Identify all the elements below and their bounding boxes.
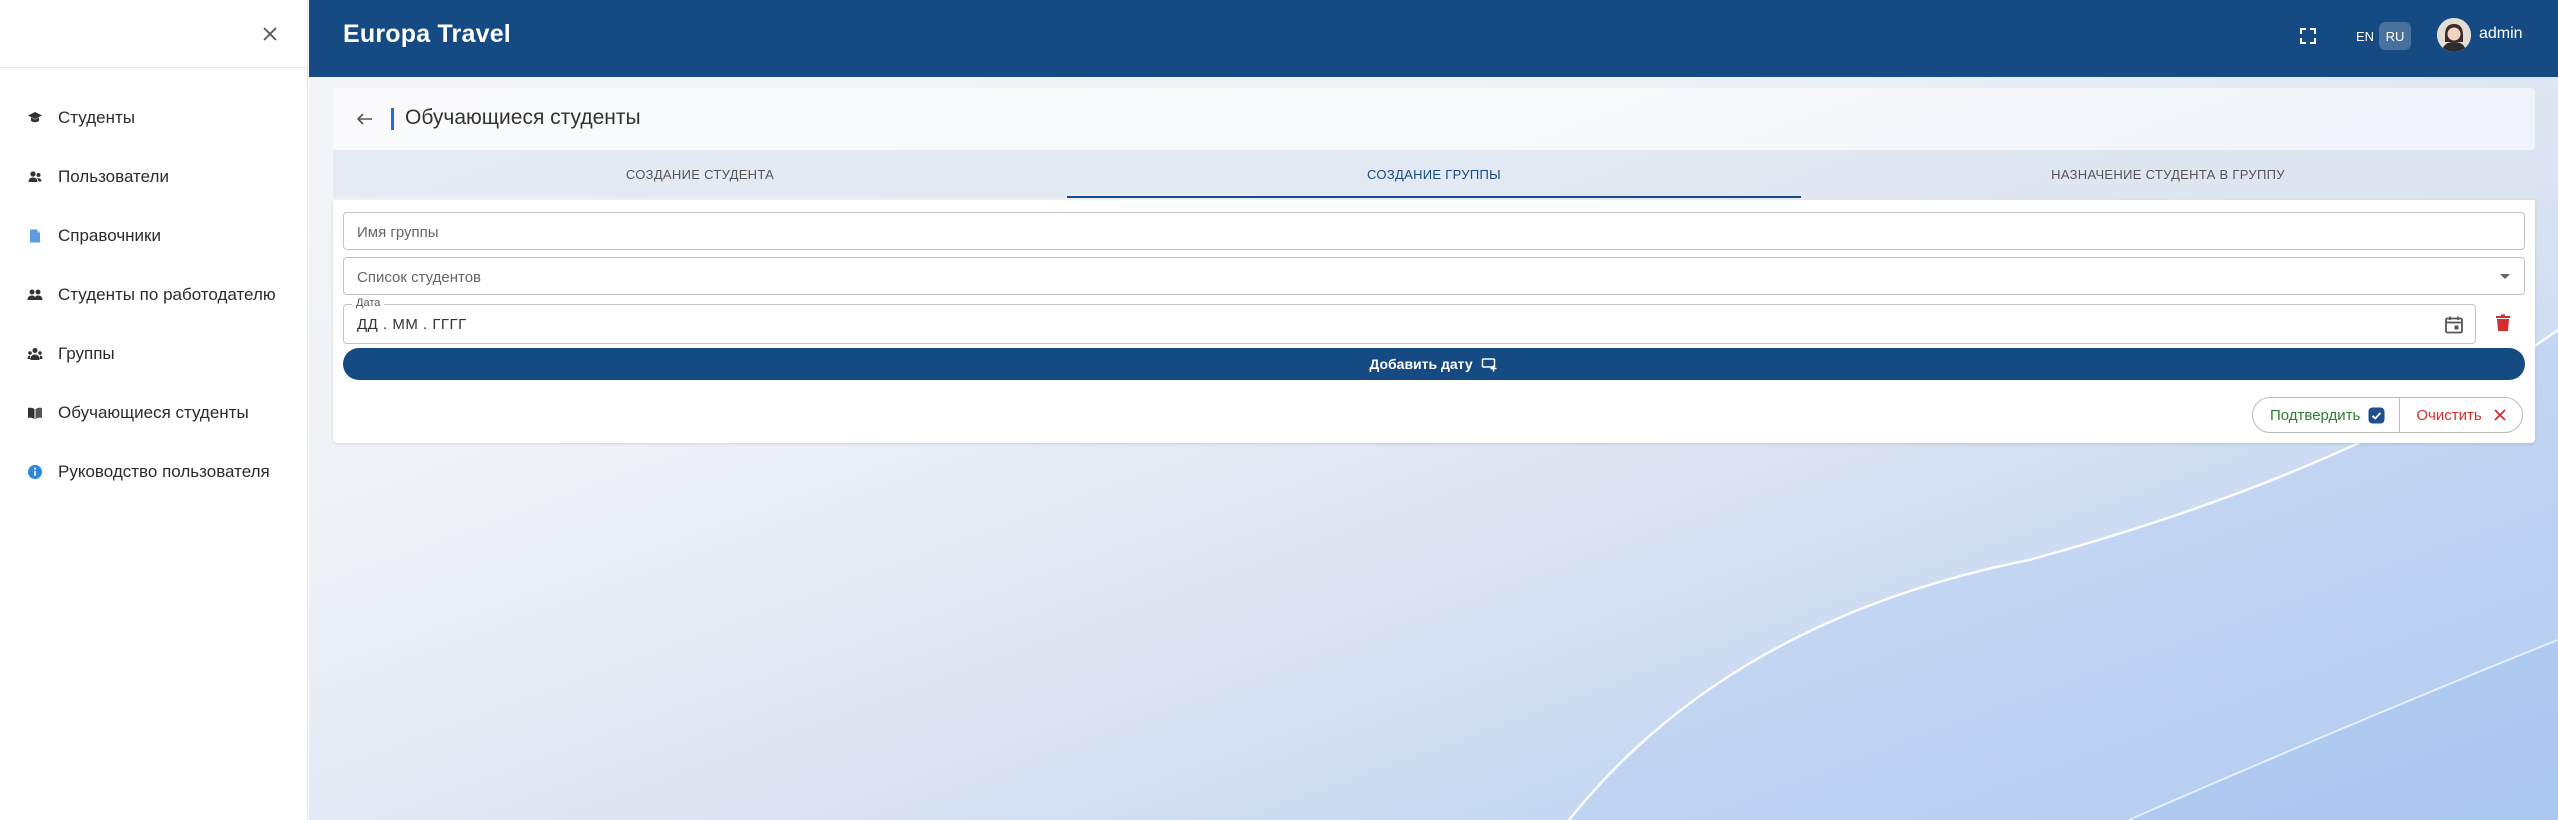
- avatar[interactable]: [2437, 18, 2471, 52]
- clear-label: Очистить: [2416, 406, 2482, 424]
- sidebar-item-active-students[interactable]: Обучающиеся студенты: [0, 383, 307, 442]
- back-arrow-icon[interactable]: [353, 107, 377, 131]
- confirm-button[interactable]: Подтвердить: [2253, 398, 2401, 432]
- info-icon: [26, 463, 44, 481]
- page-title: Обучающиеся студенты: [405, 106, 641, 129]
- tabs: СОЗДАНИЕ СТУДЕНТА СОЗДАНИЕ ГРУППЫ НАЗНАЧ…: [333, 150, 2535, 198]
- sidebar-item-students-by-employer[interactable]: Студенты по работодателю: [0, 265, 307, 324]
- sidebar-item-groups[interactable]: Группы: [0, 324, 307, 383]
- confirm-label: Подтвердить: [2270, 406, 2361, 424]
- users-icon: [26, 168, 44, 186]
- sidebar-item-label: Студенты: [58, 107, 135, 127]
- tab-create-student[interactable]: СОЗДАНИЕ СТУДЕНТА: [333, 150, 1067, 198]
- sidebar-item-label: Справочники: [58, 225, 161, 245]
- user-name[interactable]: admin: [2479, 25, 2523, 43]
- sidebar-item-users[interactable]: Пользователи: [0, 147, 307, 206]
- graduation-cap-icon: [26, 109, 44, 127]
- title-accent-bar: [391, 108, 394, 130]
- sidebar-item-references[interactable]: Справочники: [0, 206, 307, 265]
- open-book-icon: [26, 404, 44, 422]
- chevron-down-icon[interactable]: [2500, 274, 2510, 279]
- clear-button[interactable]: Очистить: [2400, 398, 2521, 432]
- sidebar: Студенты Пользователи Справочники Студен…: [0, 0, 308, 820]
- create-group-form: Имя группы Список студентов Дата ДД . ММ…: [333, 200, 2535, 443]
- date-input[interactable]: Дата ДД . ММ . ГГГГ: [343, 297, 2476, 344]
- people-group-icon: [26, 345, 44, 363]
- language-ru-button[interactable]: RU: [2379, 22, 2411, 50]
- main-area: Europa Travel EN RU admin Обучающиеся ст…: [309, 0, 2558, 820]
- tab-create-group[interactable]: СОЗДАНИЕ ГРУППЫ: [1067, 150, 1801, 198]
- sidebar-item-label: Пользователи: [58, 166, 169, 186]
- sidebar-item-students[interactable]: Студенты: [0, 88, 307, 147]
- students-select[interactable]: Список студентов: [343, 257, 2525, 295]
- check-icon: [2368, 407, 2385, 424]
- date-placeholder: ДД . ММ . ГГГГ: [357, 316, 467, 333]
- calendar-icon[interactable]: [2443, 314, 2465, 336]
- add-date-label: Добавить дату: [1369, 356, 1473, 372]
- user-group-icon: [26, 286, 44, 304]
- delete-date-icon[interactable]: [2492, 312, 2514, 334]
- sidebar-item-label: Обучающиеся студенты: [58, 402, 249, 422]
- brand-title: Europa Travel: [343, 20, 511, 48]
- page-header: Обучающиеся студенты: [333, 88, 2535, 150]
- top-bar: Europa Travel EN RU admin: [309, 0, 2558, 77]
- add-calendar-icon: [1481, 355, 1499, 373]
- close-icon[interactable]: [258, 22, 282, 46]
- sidebar-header: [0, 0, 307, 68]
- add-date-button[interactable]: Добавить дату: [343, 348, 2525, 380]
- close-icon: [2492, 407, 2508, 423]
- group-name-input[interactable]: Имя группы: [343, 212, 2525, 250]
- students-placeholder: Список студентов: [357, 269, 482, 286]
- sidebar-nav: Студенты Пользователи Справочники Студен…: [0, 68, 307, 501]
- tab-assign-student-to-group[interactable]: НАЗНАЧЕНИЕ СТУДЕНТА В ГРУППУ: [1801, 150, 2535, 198]
- fullscreen-icon[interactable]: [2297, 25, 2319, 47]
- group-name-placeholder: Имя группы: [357, 224, 439, 241]
- language-en-button[interactable]: EN: [2349, 22, 2381, 50]
- document-icon: [26, 227, 44, 245]
- form-actions: Подтвердить Очистить: [2252, 397, 2523, 433]
- date-label: Дата: [352, 297, 385, 309]
- sidebar-item-label: Руководство пользователя: [58, 461, 270, 481]
- sidebar-item-user-guide[interactable]: Руководство пользователя: [0, 442, 307, 501]
- sidebar-item-label: Студенты по работодателю: [58, 284, 276, 304]
- sidebar-item-label: Группы: [58, 343, 115, 363]
